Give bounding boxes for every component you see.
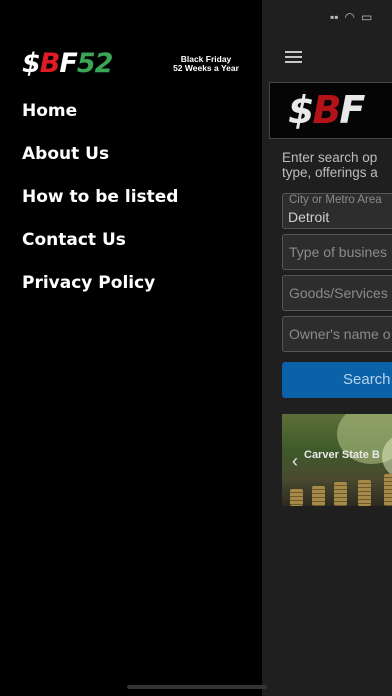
banner-dollar: $ [288,88,314,132]
coin-stack [290,489,303,506]
goods-services-placeholder: Goods/Services [289,285,388,301]
tagline-line-2: 52 Weeks a Year [173,63,239,73]
logo-dollar: $ [22,48,41,79]
city-field-label: City or Metro Area [289,194,382,206]
coin-stack [334,482,347,506]
menu-item-home[interactable]: Home [22,98,178,141]
battery-icon: ▭ [361,10,373,24]
city-field-value: Detroit [288,209,330,225]
drawer-menu: Home About Us How to be listed Contact U… [22,98,178,313]
banner-f: F [339,88,365,132]
menu-item-about-us[interactable]: About Us [22,141,178,184]
search-instructions: Enter search op type, offerings a [282,150,392,180]
instructions-line-2: type, offerings a [282,165,378,180]
hamburger-menu-icon[interactable] [285,51,302,63]
menu-item-how-to-be-listed[interactable]: How to be listed [22,184,178,227]
logo-f: F [59,48,77,79]
owner-name-placeholder: Owner's name o [289,326,391,342]
navigation-drawer: $BF52 Black Friday 52 Weeks a Year Home … [0,0,262,696]
goods-services-field[interactable]: Goods/Services [282,275,392,311]
banner-wordmark: $BF [288,88,365,132]
sbf-banner-logo: $BF [269,82,392,139]
main-content-dimmed[interactable]: ▪▪ ◠ ▭ $BF Enter search op type, offerings … [262,0,392,696]
owner-name-field[interactable]: Owner's name o [282,316,392,352]
chevron-left-icon[interactable]: ‹ [292,452,298,470]
banner-b: B [312,88,341,132]
featured-carousel[interactable]: ‹ Carver State B [282,414,392,506]
home-indicator [127,685,267,689]
menu-item-contact-us[interactable]: Contact Us [22,227,178,270]
coin-stack [384,474,392,506]
carousel-title: Carver State B [304,449,380,461]
coin-stack [312,486,325,506]
instructions-line-1: Enter search op [282,150,378,165]
logo-b: B [39,48,61,79]
city-field[interactable]: City or Metro Area Detroit [282,193,392,229]
business-type-field[interactable]: Type of busines [282,234,392,270]
logo-number: 52 [76,48,114,79]
search-button[interactable]: Search [282,362,392,398]
coin-stack [358,480,371,506]
logo-tagline: Black Friday 52 Weeks a Year [160,55,252,73]
wifi-icon: ◠ [344,10,355,24]
sbf52-logo: $BF52 Black Friday 52 Weeks a Year [22,50,254,80]
menu-item-privacy-policy[interactable]: Privacy Policy [22,270,178,313]
status-bar: ▪▪ ◠ ▭ [330,10,378,24]
logo-wordmark: $BF52 [22,48,114,79]
business-type-placeholder: Type of busines [289,244,388,260]
signal-icon: ▪▪ [330,10,339,24]
